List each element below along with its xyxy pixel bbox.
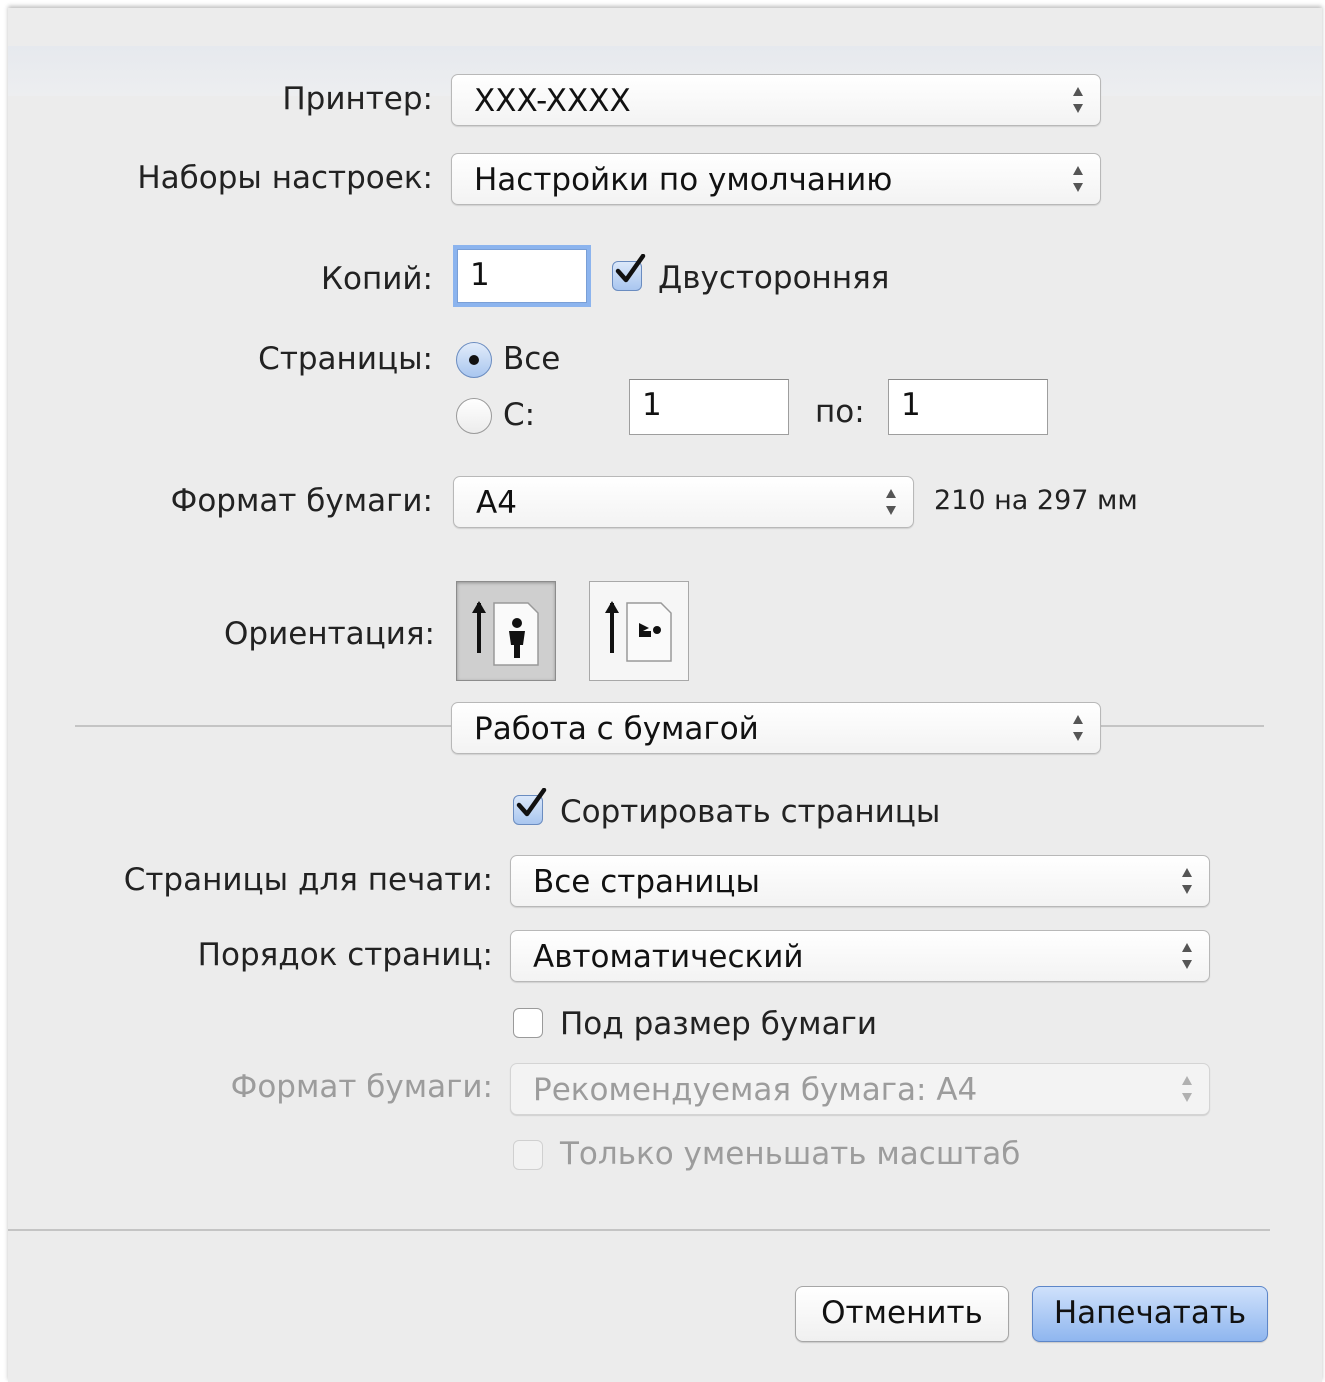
paper-dimensions: 210 на 297 мм <box>934 485 1138 516</box>
paper-size-label: Формат бумаги: <box>170 483 433 519</box>
pages-to-print-popup[interactable]: Все страницы <box>510 855 1210 907</box>
pages-to-input[interactable]: 1 <box>888 379 1048 435</box>
duplex-checkbox[interactable] <box>612 254 646 291</box>
section-divider-left <box>75 725 451 727</box>
cancel-button[interactable]: Отменить <box>795 1286 1009 1342</box>
portrait-icon <box>472 601 539 666</box>
page-order-value: Автоматический <box>533 939 804 975</box>
pages-from-input[interactable]: 1 <box>629 379 789 435</box>
pages-label: Страницы: <box>258 341 433 377</box>
print-button[interactable]: Напечатать <box>1032 1286 1268 1342</box>
copies-input[interactable]: 1 <box>457 249 587 303</box>
collate-checkbox[interactable] <box>513 788 547 825</box>
landscape-icon <box>605 601 672 662</box>
updown-arrows-icon <box>1182 868 1192 894</box>
copies-label: Копий: <box>321 261 433 297</box>
orientation-label: Ориентация: <box>224 616 435 652</box>
section-menu-value: Работа с бумагой <box>474 711 759 747</box>
orientation-landscape-button[interactable] <box>589 581 689 681</box>
dest-paper-label: Формат бумаги: <box>230 1069 493 1105</box>
pages-to-print-value: Все страницы <box>533 864 761 900</box>
printer-label: Принтер: <box>282 81 433 117</box>
print-dialog <box>8 8 1322 1382</box>
pages-range-radio[interactable] <box>456 398 492 434</box>
pages-to-print-label: Страницы для печати: <box>123 862 493 898</box>
updown-arrows-icon <box>1073 87 1083 113</box>
pages-all-label[interactable]: Все <box>503 341 560 377</box>
presets-value: Настройки по умолчанию <box>474 162 893 198</box>
pages-all-radio[interactable] <box>456 342 492 378</box>
scale-to-fit-checkbox[interactable] <box>513 1008 543 1038</box>
page-order-popup[interactable]: Автоматический <box>510 930 1210 982</box>
scale-down-only-label[interactable]: Только уменьшать масштаб <box>560 1136 1020 1172</box>
presets-popup[interactable]: Настройки по умолчанию <box>451 153 1101 205</box>
orientation-portrait-button[interactable] <box>456 581 556 681</box>
printer-popup[interactable]: XXX-XXXX <box>451 74 1101 126</box>
dest-paper-popup[interactable]: Рекомендуемая бумага: A4 <box>510 1063 1210 1115</box>
section-menu-popup[interactable]: Работа с бумагой <box>451 702 1101 754</box>
section-divider-right <box>1101 725 1264 727</box>
dest-paper-value: Рекомендуемая бумага: A4 <box>533 1072 978 1108</box>
updown-arrows-icon <box>1182 1076 1192 1102</box>
collate-label[interactable]: Сортировать страницы <box>560 794 940 830</box>
checkmark-icon <box>615 254 646 283</box>
paper-size-value: A4 <box>476 485 517 521</box>
footer-divider <box>8 1229 1270 1231</box>
updown-arrows-icon <box>1182 943 1192 969</box>
duplex-label[interactable]: Двусторонняя <box>658 260 889 296</box>
printer-value: XXX-XXXX <box>474 83 631 119</box>
checkmark-icon <box>516 788 547 817</box>
presets-label: Наборы настроек: <box>137 160 433 196</box>
updown-arrows-icon <box>886 489 896 515</box>
scale-to-fit-label[interactable]: Под размер бумаги <box>560 1006 877 1042</box>
pages-to-label: по: <box>815 394 865 430</box>
updown-arrows-icon <box>1073 715 1083 741</box>
page-order-label: Порядок страниц: <box>197 937 493 973</box>
pages-range-label[interactable]: С: <box>503 397 535 433</box>
paper-size-popup[interactable]: A4 <box>453 476 914 528</box>
updown-arrows-icon <box>1073 166 1083 192</box>
scale-down-only-checkbox[interactable] <box>513 1140 543 1170</box>
